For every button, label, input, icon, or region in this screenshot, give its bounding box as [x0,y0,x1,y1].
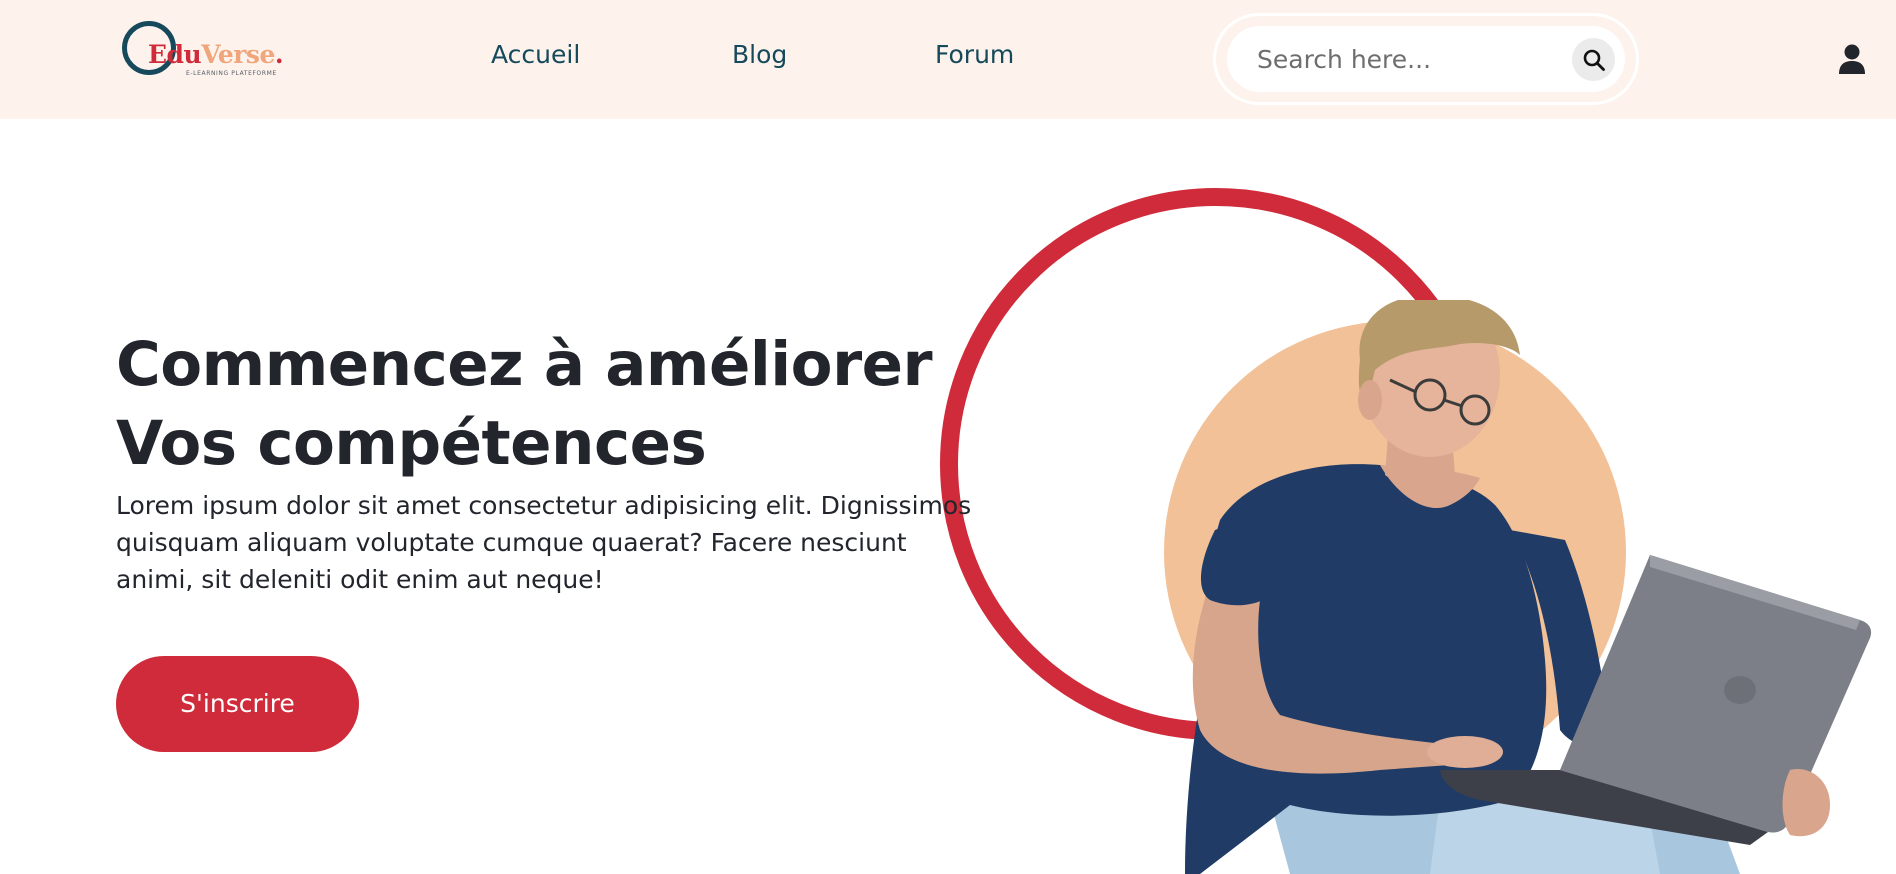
header: EduVerse. E-LEARNING PLATEFORME Accueil … [0,0,1896,119]
hero-description-line-2: quisquam aliquam voluptate cumque quaera… [116,528,907,557]
search-input[interactable] [1255,38,1559,80]
signup-button[interactable]: S'inscrire [116,656,359,752]
search-button[interactable] [1572,38,1615,81]
user-icon[interactable] [1838,44,1866,74]
hero-description: Lorem ipsum dolor sit amet consectetur a… [116,487,996,598]
hero-description-line-3: animi, sit deleniti odit enim aut neque! [116,565,604,594]
logo-text-verse: Verse [201,40,275,69]
search-icon [1583,49,1605,71]
logo[interactable]: EduVerse. E-LEARNING PLATEFORME [122,20,292,86]
hero-title: Commencez à améliorer Vos compétences [116,325,933,483]
logo-wordmark: EduVerse. [148,40,284,69]
nav-accueil[interactable]: Accueil [491,40,580,69]
hero-description-line-1: Lorem ipsum dolor sit amet consectetur a… [116,491,972,520]
hero-title-line-1: Commencez à améliorer [116,329,933,400]
logo-tagline: E-LEARNING PLATEFORME [186,70,277,77]
hero-title-line-2: Vos compétences [116,408,707,479]
logo-text-dot: . [274,40,284,69]
logo-text-edu: Edu [148,40,202,69]
nav-forum[interactable]: Forum [935,40,1014,69]
search-bar [1227,26,1625,92]
nav-blog[interactable]: Blog [732,40,787,69]
student-with-laptop-image [1185,300,1872,874]
